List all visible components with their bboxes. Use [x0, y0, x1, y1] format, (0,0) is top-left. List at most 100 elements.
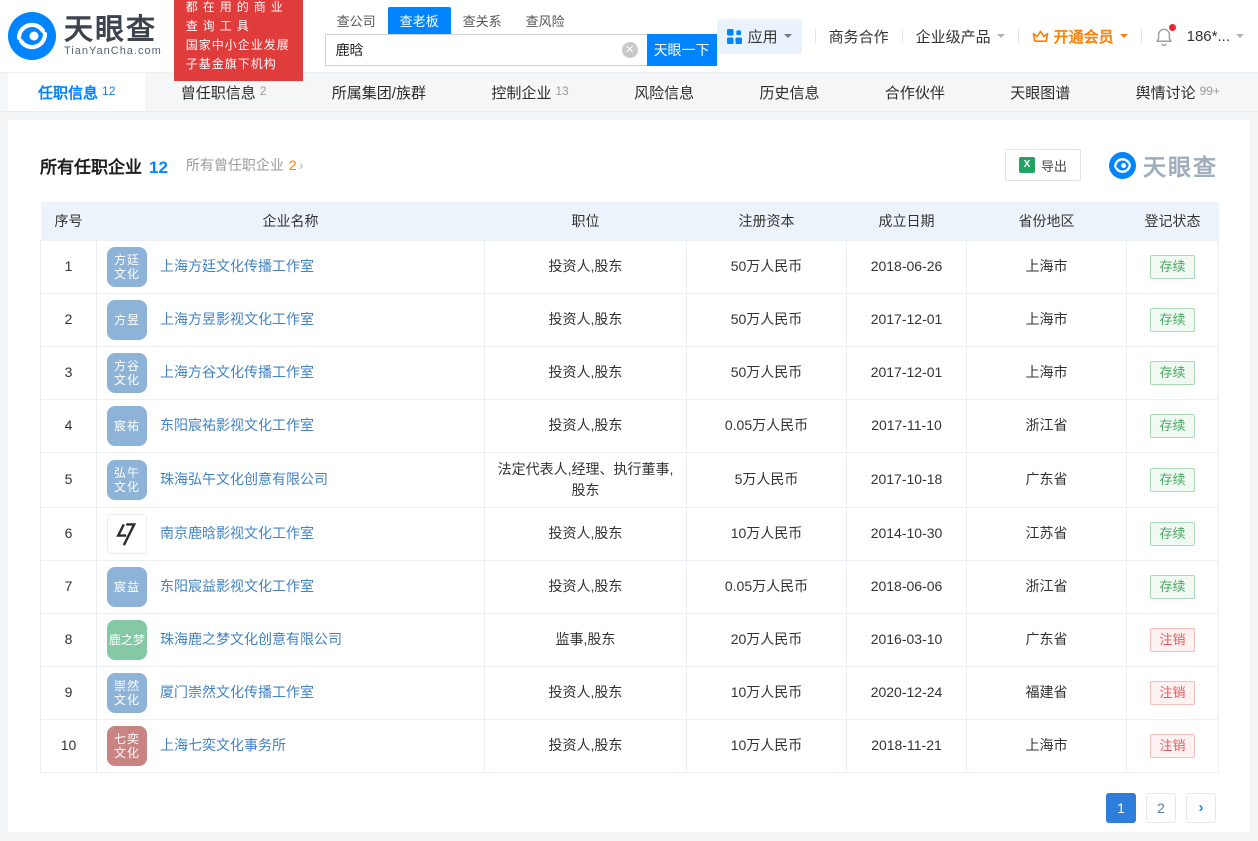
company-name-link[interactable]: 东阳宸祐影视文化工作室	[160, 415, 314, 436]
page-button[interactable]: 2	[1146, 792, 1176, 823]
cell-province: 广东省	[966, 612, 1127, 667]
cell-position: 投资人,股东	[484, 718, 687, 773]
cell-status: 注销	[1126, 612, 1219, 667]
search-tab[interactable]: 查风险	[514, 7, 577, 34]
search-input[interactable]	[324, 33, 647, 66]
cell-index: 4	[40, 398, 97, 453]
cell-province: 上海市	[966, 292, 1127, 347]
column-header: 注册资本	[686, 202, 847, 240]
cell-capital: 50万人民币	[686, 345, 847, 400]
company-avatar: 方谷 文化	[107, 352, 147, 393]
export-button[interactable]: X 导出	[1004, 149, 1081, 181]
brand-name: 天眼查	[64, 14, 158, 46]
section-count: 12	[149, 157, 168, 177]
clear-icon[interactable]: ✕	[621, 41, 638, 58]
section-title: 所有任职企业 12	[40, 157, 168, 177]
table-row: 10 七奕 文化 上海七奕文化事务所 投资人,股东 10万人民币 2018-11	[40, 718, 1219, 773]
apps-label: 应用	[747, 28, 778, 46]
cell-status: 存续	[1126, 506, 1219, 561]
cell-company: 弘午 文化 珠海弘午文化创意有限公司	[96, 451, 485, 508]
status-badge: 存续	[1150, 360, 1195, 385]
nav-tab-8[interactable]: 舆情讨论 99+	[1106, 73, 1250, 111]
menu-cooperation[interactable]: 商务合作	[829, 26, 889, 47]
nav-tab-count: 99+	[1199, 84, 1220, 98]
cell-date: 2017-12-01	[846, 345, 967, 400]
cell-company: 鹿之梦 珠海鹿之梦文化创意有限公司	[96, 612, 485, 667]
status-badge: 存续	[1150, 413, 1195, 438]
company-name-link[interactable]: 南京鹿晗影视文化工作室	[160, 523, 314, 544]
page-nav-tabs: 任职信息 12 曾任职信息 2 所属集团/族群 控制企业 13 风险信息 历史信…	[0, 72, 1258, 112]
nav-tab-1[interactable]: 曾任职信息 2	[151, 73, 297, 111]
nav-tab-3[interactable]: 控制企业 13	[461, 73, 598, 111]
cell-capital: 10万人民币	[686, 506, 847, 561]
search-tab[interactable]: 查关系	[451, 7, 514, 34]
notification-badge	[1168, 23, 1176, 31]
cell-status: 存续	[1126, 398, 1219, 453]
search-button[interactable]: 天眼一下	[646, 33, 717, 66]
search-tab[interactable]: 查公司	[325, 7, 388, 34]
company-name-link[interactable]: 上海方谷文化传播工作室	[160, 362, 314, 383]
excel-icon: X	[1018, 157, 1035, 173]
nav-tab-4[interactable]: 风险信息	[604, 73, 724, 111]
company-name-link[interactable]: 上海七奕文化事务所	[160, 735, 286, 756]
cell-position: 投资人,股东	[484, 559, 687, 614]
nav-tab-5[interactable]: 历史信息	[729, 73, 849, 111]
apps-button[interactable]: 应用	[716, 18, 802, 54]
company-name-link[interactable]: 上海方廷文化传播工作室	[160, 256, 314, 277]
chevron-right-icon: ›	[298, 157, 304, 173]
next-page-button[interactable]: ›	[1186, 792, 1216, 823]
status-badge: 存续	[1150, 467, 1195, 492]
company-name-link[interactable]: 东阳宸益影视文化工作室	[160, 576, 314, 597]
cell-company: 方廷 文化 上海方廷文化传播工作室	[96, 239, 485, 294]
company-avatar: 方廷 文化	[107, 246, 147, 287]
cell-capital: 20万人民币	[686, 612, 847, 667]
account-button[interactable]: 186*...	[1187, 28, 1244, 45]
cell-index: 5	[40, 451, 97, 508]
company-name-link[interactable]: 上海方昱影视文化工作室	[160, 309, 314, 330]
table-header-row: 序号 企业名称 职位 注册资本 成立日期 省份地区 登记状态	[40, 202, 1219, 240]
company-avatar	[107, 513, 147, 554]
table-row: 6 南京鹿晗影视文化工作室 投资人,股东 10万人民币 2014-10-30 江…	[40, 506, 1219, 561]
cell-capital: 10万人民币	[686, 665, 847, 720]
cell-capital: 50万人民币	[686, 239, 847, 294]
nav-tab-6[interactable]: 合作伙伴	[855, 73, 975, 111]
menu-enterprise[interactable]: 企业级产品	[916, 26, 1005, 47]
nav-tab-0[interactable]: 任职信息 12	[8, 73, 146, 111]
cell-province: 上海市	[966, 239, 1127, 294]
cell-capital: 10万人民币	[686, 718, 847, 773]
cell-company: 方昱 上海方昱影视文化工作室	[96, 292, 485, 347]
nav-tab-count: 2	[259, 84, 267, 98]
company-name-link[interactable]: 珠海鹿之梦文化创意有限公司	[160, 629, 342, 650]
company-name-link[interactable]: 珠海弘午文化创意有限公司	[160, 469, 328, 490]
nav-tab-count: 12	[102, 84, 116, 98]
chevron-down-icon	[1236, 34, 1244, 42]
company-avatar: 鹿之梦	[107, 619, 147, 660]
notifications-button[interactable]	[1155, 23, 1176, 46]
cell-company: 崇然 文化 厦门崇然文化传播工作室	[96, 665, 485, 720]
former-positions-link[interactable]: 所有曾任职企业 2 ›	[186, 155, 303, 175]
company-name-link[interactable]: 厦门崇然文化传播工作室	[160, 682, 314, 703]
cell-status: 存续	[1126, 451, 1219, 508]
table-row: 2 方昱 上海方昱影视文化工作室 投资人,股东 50万人民币 2017-12-0…	[40, 292, 1219, 347]
company-avatar: 方昱	[107, 299, 147, 340]
cell-position: 投资人,股东	[484, 506, 687, 561]
cell-company: 七奕 文化 上海七奕文化事务所	[96, 718, 485, 773]
tianyancha-logo[interactable]: 天眼查 TianYanCha.com	[8, 12, 162, 60]
tianyancha-logo-icon	[8, 12, 56, 60]
company-avatar: 宸益	[107, 566, 147, 607]
search-tab[interactable]: 查老板	[387, 6, 451, 34]
nav-tab-7[interactable]: 天眼图谱	[980, 73, 1100, 111]
vip-button[interactable]: 开通会员	[1032, 26, 1128, 47]
divider	[901, 29, 903, 43]
cell-date: 2016-03-10	[846, 612, 967, 667]
cell-company: 方谷 文化 上海方谷文化传播工作室	[96, 345, 485, 400]
nav-tab-2[interactable]: 所属集团/族群	[302, 73, 456, 111]
cell-company: 南京鹿晗影视文化工作室	[96, 506, 485, 561]
cell-index: 3	[40, 345, 97, 400]
watermark: 天眼查	[1109, 148, 1218, 182]
cell-status: 存续	[1126, 345, 1219, 400]
column-header: 登记状态	[1126, 202, 1219, 240]
status-badge: 存续	[1150, 521, 1195, 546]
page-button[interactable]: 1	[1106, 792, 1136, 823]
cell-position: 投资人,股东	[484, 665, 687, 720]
